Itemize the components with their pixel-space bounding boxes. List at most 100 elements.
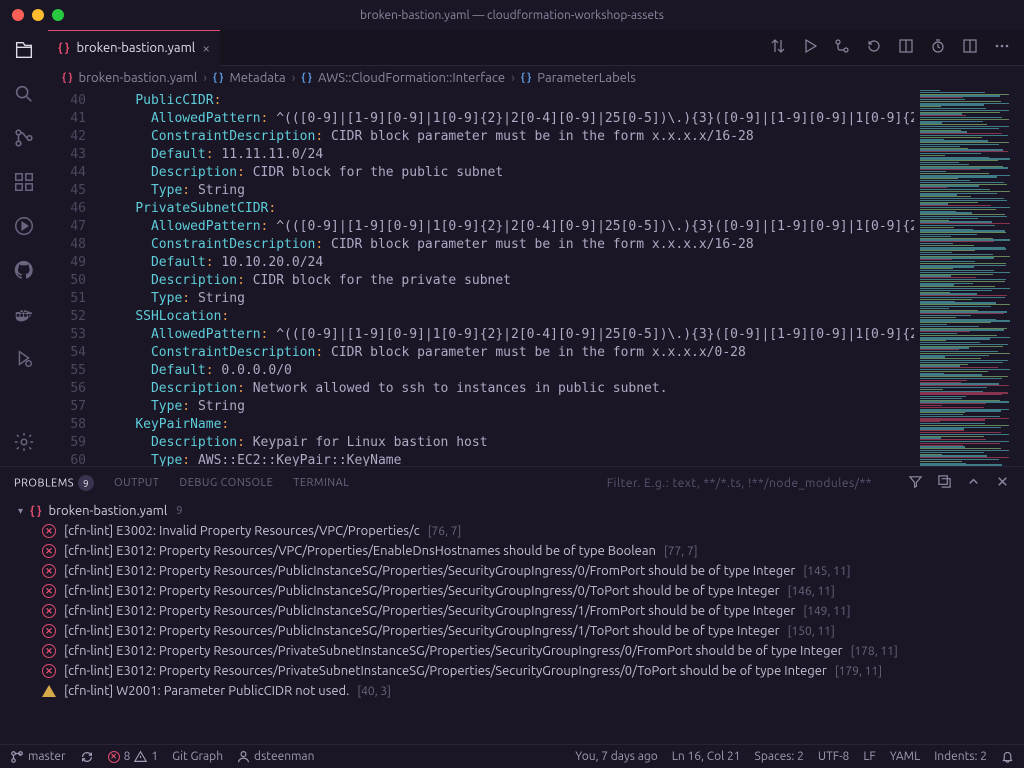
status-eol[interactable]: LF <box>863 750 875 763</box>
problem-item[interactable]: ✕ [cfn-lint] E3012: Property Resources/Pu… <box>10 581 1014 601</box>
docker-icon[interactable] <box>12 302 36 326</box>
window-controls <box>0 9 64 21</box>
problems-filter[interactable]: Filter. E.g.: text, **/*.ts, !**/node_mo… <box>607 477 872 490</box>
yaml-file-icon: { } <box>30 505 41 518</box>
minimap[interactable] <box>914 90 1024 466</box>
problems-file-count: 9 <box>176 505 182 517</box>
tab-broken-bastion[interactable]: { } broken-bastion.yaml × <box>48 30 220 66</box>
chevron-down-icon: ▾ <box>18 505 23 517</box>
tab-close-icon[interactable]: × <box>202 40 210 56</box>
status-language[interactable]: YAML <box>890 750 920 763</box>
section-icon: { } <box>521 72 532 84</box>
error-icon: ✕ <box>42 524 56 538</box>
status-blame[interactable]: You, 7 days ago <box>575 750 658 763</box>
problem-message: [cfn-lint] E3012: Property Resources/Pub… <box>64 604 795 618</box>
status-errors[interactable]: ✕8 1 <box>108 750 159 763</box>
problem-item[interactable]: ✕ [cfn-lint] E3002: Invalid Property Reso… <box>10 521 1014 541</box>
window-title: broken-bastion.yaml — cloudformation-wor… <box>360 9 664 22</box>
filter-icon[interactable] <box>908 474 923 492</box>
preview-icon[interactable] <box>898 38 914 57</box>
problem-message: [cfn-lint] E3012: Property Resources/Pri… <box>64 644 843 658</box>
problem-message: [cfn-lint] E3012: Property Resources/Pub… <box>64 564 795 578</box>
chevron-up-icon[interactable] <box>966 474 981 492</box>
file-icon: { } <box>62 72 73 84</box>
problem-location: [146, 11] <box>788 585 835 598</box>
status-spaces[interactable]: Spaces: 2 <box>755 750 804 763</box>
problem-location: [150, 11] <box>788 625 835 638</box>
problem-item[interactable]: ✕ [cfn-lint] E3012: Property Resources/Pu… <box>10 561 1014 581</box>
source-control-icon[interactable] <box>12 126 36 150</box>
problem-message: [cfn-lint] E3012: Property Resources/Pri… <box>64 664 827 678</box>
compare-icon[interactable] <box>770 38 786 57</box>
editor-actions <box>770 38 1024 57</box>
breadcrumb[interactable]: { } broken-bastion.yaml › { } Metadata ›… <box>48 66 1024 90</box>
activity-bar <box>0 30 48 466</box>
tab-terminal[interactable]: TERMINAL <box>293 477 349 489</box>
window-maximize[interactable] <box>52 9 64 21</box>
problem-location: [145, 11] <box>803 565 850 578</box>
error-icon: ✕ <box>42 584 56 598</box>
git-icon[interactable] <box>834 38 850 57</box>
collapse-all-icon[interactable] <box>937 474 952 492</box>
run-file-icon[interactable] <box>802 38 818 57</box>
github-icon[interactable] <box>12 258 36 282</box>
problem-message: [cfn-lint] E3012: Property Resources/Pub… <box>64 584 780 598</box>
problem-location: [149, 11] <box>803 605 850 618</box>
tab-output[interactable]: OUTPUT <box>114 477 159 489</box>
timer-icon[interactable] <box>930 38 946 57</box>
breadcrumb-interface[interactable]: AWS::CloudFormation::Interface <box>318 71 505 85</box>
revert-icon[interactable] <box>866 38 882 57</box>
problem-item[interactable]: ✕[cfn-lint] E3012: Property Resources/Pr… <box>10 641 1014 661</box>
error-icon: ✕ <box>42 604 56 618</box>
problems-list: ▾ { } broken-bastion.yaml 9 ✕[cfn-lint] … <box>0 499 1024 744</box>
code-editor[interactable]: PublicCIDR: AllowedPattern: ^(([0-9]|[1-… <box>104 90 914 466</box>
problem-message: [cfn-lint] E3002: Invalid Property Resou… <box>64 524 420 538</box>
breadcrumb-file[interactable]: broken-bastion.yaml <box>79 71 198 85</box>
status-gitgraph[interactable]: Git Graph <box>172 750 223 763</box>
problem-item[interactable]: ✕[cfn-lint] E3012: Property Resources/Pr… <box>10 661 1014 681</box>
status-position[interactable]: Ln 16, Col 21 <box>672 750 741 763</box>
status-bell-icon[interactable] <box>1001 750 1014 763</box>
split-editor-icon[interactable] <box>962 38 978 57</box>
problem-item[interactable]: ✕ [cfn-lint] E3012: Property Resources/Pu… <box>10 601 1014 621</box>
problem-message: [cfn-lint] E3012: Property Resources/Pub… <box>64 624 780 638</box>
problem-message: [cfn-lint] W2001: Parameter PublicCIDR n… <box>64 684 349 698</box>
window-close[interactable] <box>12 9 24 21</box>
run-icon[interactable] <box>12 214 36 238</box>
problem-location: [179, 11] <box>835 665 882 678</box>
problem-item[interactable]: [cfn-lint] W2001: Parameter PublicCIDR n… <box>10 681 1014 701</box>
section-icon: { } <box>213 72 224 84</box>
error-icon: ✕ <box>42 564 56 578</box>
tab-label: broken-bastion.yaml <box>76 41 195 55</box>
status-sync[interactable] <box>80 750 94 764</box>
problems-file-name: broken-bastion.yaml <box>49 504 168 518</box>
status-user[interactable]: dsteenman <box>237 750 314 763</box>
error-icon: ✕ <box>42 544 56 558</box>
extensions-icon[interactable] <box>12 170 36 194</box>
status-indents[interactable]: Indents: 2 <box>934 750 987 763</box>
tab-problems[interactable]: PROBLEMS9 <box>14 475 94 491</box>
close-panel-icon[interactable] <box>995 474 1010 492</box>
problem-item[interactable]: ✕ [cfn-lint] E3012: Property Resources/VP… <box>10 541 1014 561</box>
status-encoding[interactable]: UTF-8 <box>818 750 849 763</box>
settings-gear-icon[interactable] <box>12 430 36 454</box>
section-icon: { } <box>301 72 312 84</box>
problems-file-row[interactable]: ▾ { } broken-bastion.yaml 9 <box>10 501 1014 521</box>
error-icon: ✕ <box>42 624 56 638</box>
more-icon[interactable] <box>994 38 1010 57</box>
problem-location: [77, 7] <box>664 545 698 558</box>
explorer-icon[interactable] <box>12 38 36 62</box>
problem-message: [cfn-lint] E3012: Property Resources/VPC… <box>64 544 656 558</box>
status-branch[interactable]: master <box>10 750 66 764</box>
status-bar: master ✕8 1 Git Graph dsteenman You, 7 d… <box>0 744 1024 768</box>
problem-item[interactable]: ✕ [cfn-lint] E3012: Property Resources/Pu… <box>10 621 1014 641</box>
breadcrumb-paramlabels[interactable]: ParameterLabels <box>537 71 636 85</box>
yaml-file-icon: { } <box>58 42 69 55</box>
search-icon[interactable] <box>12 82 36 106</box>
breadcrumb-metadata[interactable]: Metadata <box>229 71 285 85</box>
titlebar: broken-bastion.yaml — cloudformation-wor… <box>0 0 1024 30</box>
window-minimize[interactable] <box>32 9 44 21</box>
problem-location: [178, 11] <box>851 645 898 658</box>
tab-debug-console[interactable]: DEBUG CONSOLE <box>179 477 273 489</box>
debug-alt-icon[interactable] <box>12 346 36 370</box>
